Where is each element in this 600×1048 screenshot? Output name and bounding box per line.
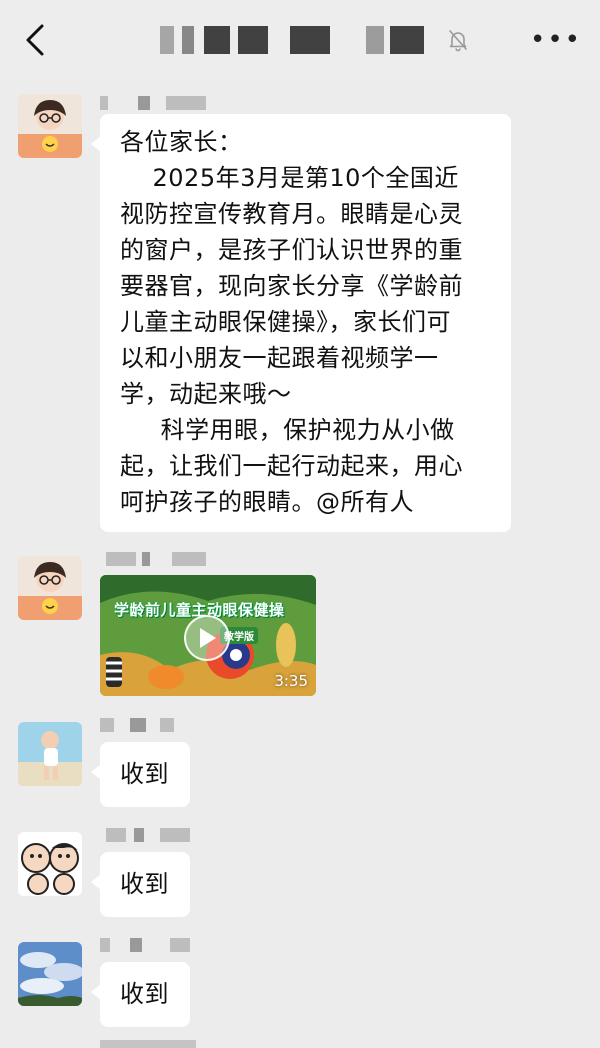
message-text: 各位家长： 2025年3月是第10个全国近 视防控宣传教育月。眼睛是心灵 的窗户… bbox=[120, 128, 463, 516]
avatar[interactable] bbox=[18, 556, 82, 620]
sender-name-redacted bbox=[100, 828, 194, 842]
message-bubble[interactable]: 各位家长： 2025年3月是第10个全国近 视防控宣传教育月。眼睛是心灵 的窗户… bbox=[91, 114, 511, 532]
avatar[interactable] bbox=[18, 94, 82, 158]
play-icon bbox=[200, 628, 216, 648]
chevron-left-icon bbox=[26, 24, 44, 56]
more-options-button[interactable]: ••• bbox=[530, 22, 580, 58]
message-text: 收到 bbox=[120, 980, 169, 1008]
message-text: 收到 bbox=[120, 870, 169, 898]
back-button[interactable] bbox=[18, 20, 52, 60]
message-bubble[interactable]: 收到 bbox=[91, 962, 190, 1027]
message-bubble[interactable]: 收到 bbox=[91, 742, 190, 807]
avatar-blue-sky-icon bbox=[18, 942, 82, 1006]
chat-header: ••• bbox=[0, 0, 600, 78]
avatar-child-with-glasses-icon bbox=[18, 556, 82, 620]
bell-off-icon bbox=[449, 30, 467, 52]
video-message[interactable]: 学龄前儿童主动眼保健操 教学版 3:35 bbox=[100, 575, 316, 696]
avatar-cartoon-kids-icon bbox=[18, 832, 82, 896]
avatar[interactable] bbox=[18, 942, 82, 1006]
video-duration: 3:35 bbox=[274, 672, 308, 690]
next-sender-redacted bbox=[100, 1040, 196, 1048]
avatar[interactable] bbox=[18, 832, 82, 896]
avatar-child-with-glasses-icon bbox=[18, 94, 82, 158]
sender-name-redacted bbox=[100, 938, 194, 952]
message-bubble[interactable]: 收到 bbox=[91, 852, 190, 917]
avatar-boy-beach-icon bbox=[18, 722, 82, 786]
sender-name-redacted bbox=[100, 552, 210, 566]
sender-name-redacted bbox=[100, 96, 210, 110]
play-button[interactable] bbox=[184, 615, 230, 661]
sender-name-redacted bbox=[100, 718, 180, 732]
chat-title-redacted bbox=[160, 26, 440, 54]
ellipsis-icon: ••• bbox=[530, 25, 583, 55]
message-text: 收到 bbox=[120, 760, 169, 788]
avatar[interactable] bbox=[18, 722, 82, 786]
